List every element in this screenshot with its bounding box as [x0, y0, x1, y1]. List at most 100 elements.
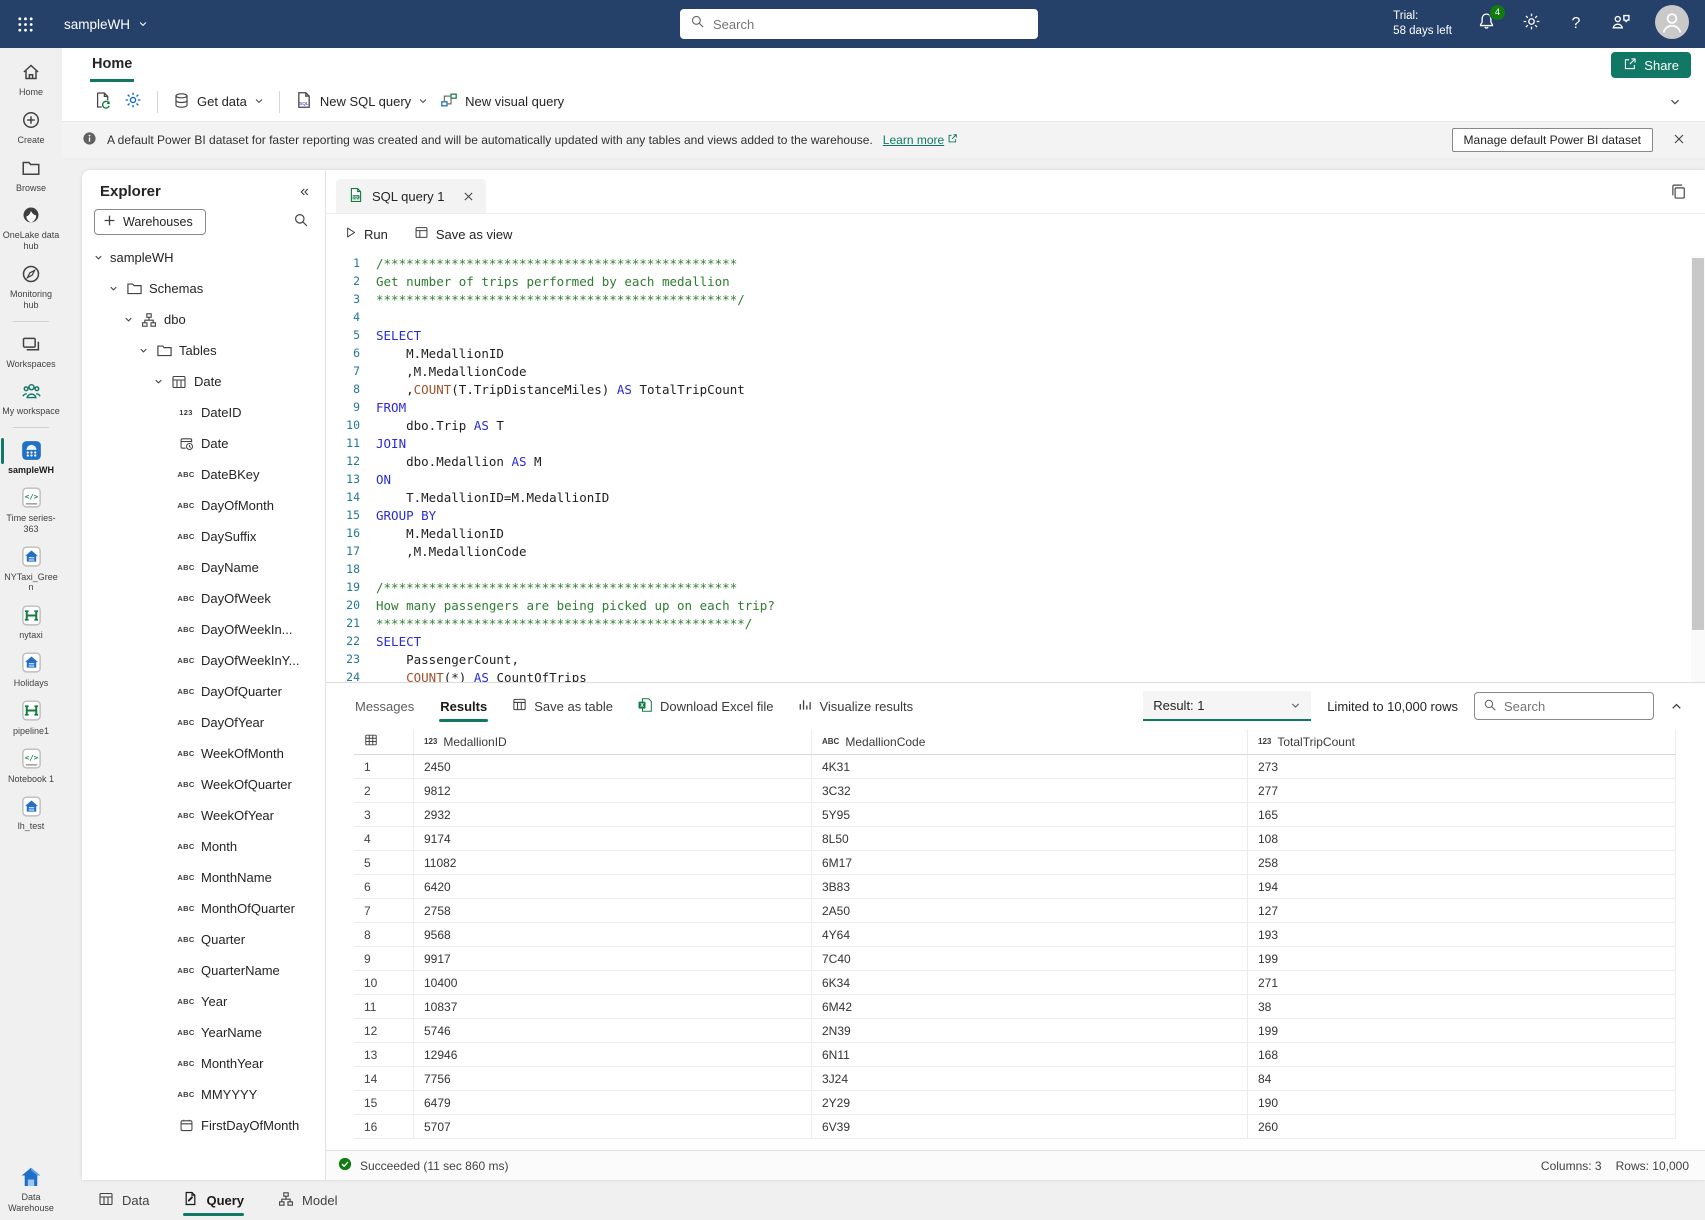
chevron-down-icon[interactable] — [122, 314, 134, 325]
rail-item-notebook-1[interactable]: </>Notebook 1 — [0, 747, 62, 785]
help-button[interactable]: ? — [1565, 15, 1587, 33]
editor-scrollbar[interactable] — [1691, 256, 1705, 682]
new-sql-query-button[interactable]: SQL New SQL query — [289, 86, 434, 117]
rail-item-lh-test[interactable]: lh_test — [0, 794, 62, 832]
chevron-down-icon[interactable] — [137, 345, 149, 356]
save-as-table-button[interactable]: Save as table — [512, 697, 613, 715]
tree-item-schemas[interactable]: Schemas — [82, 273, 325, 304]
banner-close-icon[interactable] — [1673, 133, 1685, 148]
scrollbar-thumb[interactable] — [1692, 258, 1704, 630]
tab-query[interactable]: Query — [183, 1180, 244, 1220]
collapse-panel-icon[interactable]: « — [300, 184, 309, 200]
download-excel-button[interactable]: X Download Excel file — [637, 697, 773, 716]
rail-item-browse[interactable]: Browse — [0, 156, 62, 194]
tree-item-dayofyear[interactable]: ABCDayOfYear — [82, 707, 325, 738]
table-row[interactable]: 298123C32277 — [354, 779, 1676, 803]
tree-item-quartername[interactable]: ABCQuarterName — [82, 955, 325, 986]
results-search-input[interactable] — [1504, 699, 1645, 714]
table-row[interactable]: 5110826M17258 — [354, 851, 1676, 875]
tree-item-dbo[interactable]: dbo — [82, 304, 325, 335]
tab-data[interactable]: Data — [98, 1180, 149, 1220]
new-query-shortcut-button[interactable] — [88, 86, 118, 117]
ribbon-collapse-button[interactable] — [1669, 96, 1681, 108]
table-row[interactable]: 10104006K34271 — [354, 971, 1676, 995]
rail-item-data-warehouse[interactable]: Data Warehouse — [0, 1165, 62, 1214]
rail-item-nytaxi[interactable]: nytaxi — [0, 603, 62, 641]
tab-messages[interactable]: Messages — [354, 694, 415, 719]
get-data-button[interactable]: Get data — [167, 87, 270, 117]
query-tab[interactable]: SQL SQL query 1 — [336, 179, 486, 213]
tree-item-monthname[interactable]: ABCMonthName — [82, 862, 325, 893]
tree-item-yearname[interactable]: ABCYearName — [82, 1017, 325, 1048]
tree-item-year[interactable]: ABCYear — [82, 986, 325, 1017]
tree-item-daysuffix[interactable]: ABCDaySuffix — [82, 521, 325, 552]
new-visual-query-button[interactable]: New visual query — [434, 86, 570, 117]
manage-dataset-button[interactable]: Manage default Power BI dataset — [1452, 128, 1653, 152]
tree-item-monthofquarter[interactable]: ABCMonthOfQuarter — [82, 893, 325, 924]
tree-item-dayname[interactable]: ABCDayName — [82, 552, 325, 583]
tree-item-dayofmonth[interactable]: ABCDayOfMonth — [82, 490, 325, 521]
waffle-menu-icon[interactable] — [0, 0, 50, 48]
tree-item-dayofweekin-[interactable]: ABCDayOfWeekIn... — [82, 614, 325, 645]
share-button[interactable]: Share — [1611, 52, 1691, 78]
tab-results[interactable]: Results — [439, 694, 488, 719]
tree-item-datebkey[interactable]: ABCDateBKey — [82, 459, 325, 490]
tree-item-date[interactable]: Date — [82, 366, 325, 397]
tree-item-weekofquarter[interactable]: ABCWeekOfQuarter — [82, 769, 325, 800]
table-row[interactable]: 1477563J2484 — [354, 1067, 1676, 1091]
tree-item-dayofweek[interactable]: ABCDayOfWeek — [82, 583, 325, 614]
notifications-button[interactable]: 4 — [1475, 12, 1497, 36]
rail-item-samplewh[interactable]: sampleWH — [0, 438, 62, 476]
chevron-down-icon[interactable] — [107, 283, 119, 294]
tree-item-firstdayofmonth[interactable]: FirstDayOfMonth — [82, 1110, 325, 1141]
tree-item-date[interactable]: Date — [82, 428, 325, 459]
global-search[interactable] — [680, 9, 1038, 39]
table-row[interactable]: 1564792Y29190 — [354, 1091, 1676, 1115]
run-button[interactable]: Run — [344, 226, 388, 242]
results-search[interactable] — [1474, 692, 1654, 720]
row-number-header[interactable] — [354, 729, 414, 754]
chevron-down-icon[interactable] — [92, 252, 104, 263]
tree-item-dayofweekiny-[interactable]: ABCDayOfWeekInY... — [82, 645, 325, 676]
tree-item-monthyear[interactable]: ABCMonthYear — [82, 1048, 325, 1079]
save-as-view-button[interactable]: Save as view — [414, 225, 513, 243]
table-row[interactable]: 329325Y95165 — [354, 803, 1676, 827]
rail-item-pipeline1[interactable]: pipeline1 — [0, 699, 62, 737]
table-row[interactable]: 124504K31273 — [354, 755, 1676, 779]
rail-item-workspaces[interactable]: Workspaces — [0, 332, 62, 370]
rail-item-holidays[interactable]: Holidays — [0, 651, 62, 689]
rail-item-my-workspace[interactable]: My workspace — [0, 379, 62, 417]
collapse-results-icon[interactable] — [1670, 700, 1683, 713]
chevron-down-icon[interactable] — [152, 376, 164, 387]
table-row[interactable]: 999177C40199 — [354, 947, 1676, 971]
table-row[interactable]: 13129466N11168 — [354, 1043, 1676, 1067]
table-row[interactable]: 491748L50108 — [354, 827, 1676, 851]
tree-item-quarter[interactable]: ABCQuarter — [82, 924, 325, 955]
global-search-input[interactable] — [713, 17, 1028, 32]
rail-item-onelake-data-hub[interactable]: OneLake data hub — [0, 203, 62, 252]
account-button[interactable] — [1655, 5, 1689, 44]
column-header-medallioncode[interactable]: ABC MedallionCode — [812, 729, 1248, 754]
column-header-medallionid[interactable]: 123 MedallionID — [414, 729, 812, 754]
tab-model[interactable]: Model — [278, 1180, 337, 1220]
rail-item-monitoring-hub[interactable]: Monitoring hub — [0, 262, 62, 311]
rail-item-nytaxi-green[interactable]: NYTaxi_Green — [0, 545, 62, 594]
explorer-search-icon[interactable] — [293, 212, 309, 233]
tree-item-dateid[interactable]: 123DateID — [82, 397, 325, 428]
rail-item-create[interactable]: Create — [0, 108, 62, 146]
tree-item-samplewh[interactable]: sampleWH — [82, 242, 325, 273]
table-row[interactable]: 1657076V39260 — [354, 1115, 1676, 1139]
table-row[interactable]: 664203B83194 — [354, 875, 1676, 899]
table-row[interactable]: 895684Y64193 — [354, 923, 1676, 947]
close-tab-icon[interactable] — [463, 191, 474, 202]
sql-code-editor[interactable]: 1/**************************************… — [326, 254, 1689, 684]
settings-button[interactable] — [1520, 12, 1542, 36]
tree-item-tables[interactable]: Tables — [82, 335, 325, 366]
column-header-totaltripcount[interactable]: 123 TotalTripCount — [1248, 729, 1676, 754]
visualize-results-button[interactable]: Visualize results — [797, 697, 913, 715]
tree-item-weekofyear[interactable]: ABCWeekOfYear — [82, 800, 325, 831]
tree-item-mmyyyy[interactable]: ABCMMYYYY — [82, 1079, 325, 1110]
table-row[interactable]: 11108376M4238 — [354, 995, 1676, 1019]
ribbon-settings-button[interactable] — [118, 86, 148, 117]
workspace-switcher[interactable]: sampleWH — [64, 17, 148, 32]
